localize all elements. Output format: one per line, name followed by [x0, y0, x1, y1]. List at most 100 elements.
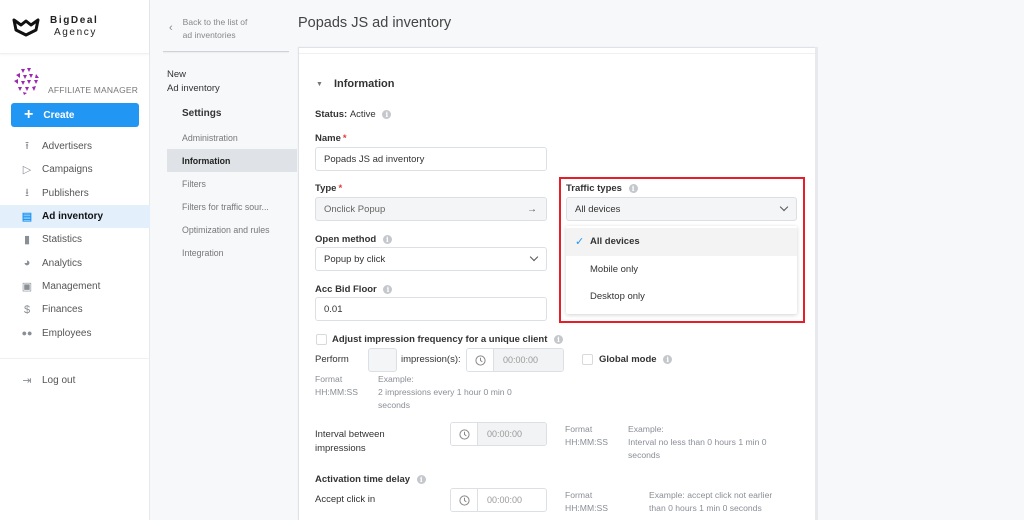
sidebar-item-logout[interactable]: ⇥ Log out	[0, 369, 150, 392]
type-label: Type *	[315, 183, 342, 194]
global-mode-label: Global mode i	[599, 354, 673, 365]
bid-floor-value: 0.01	[324, 303, 343, 315]
status-row: Status: Active i	[315, 109, 392, 120]
status-label: Status:	[315, 109, 348, 120]
plus-icon: +	[24, 106, 34, 123]
traffic-types-select[interactable]: All devices	[566, 197, 797, 221]
format-value: HH:MM:SS	[315, 387, 358, 397]
subnav-item-traffic-source-filters[interactable]: Filters for traffic sour...	[167, 195, 297, 218]
traffic-option-mobile-only[interactable]: Mobile only	[566, 256, 797, 284]
sidebar-item-label: Publishers	[42, 187, 89, 199]
status-value: Active	[349, 109, 376, 120]
name-input[interactable]: Popads JS ad inventory	[315, 147, 547, 171]
info-icon[interactable]: i	[554, 334, 564, 344]
info-icon[interactable]: i	[383, 284, 393, 294]
info-icon[interactable]: i	[628, 183, 638, 193]
avatar-icon[interactable]	[12, 66, 42, 96]
management-icon: ▣	[21, 280, 33, 293]
brand-line-1: BigDeal	[50, 14, 99, 26]
bid-floor-input[interactable]: 0.01	[315, 297, 547, 321]
impressions-label: impression(s):	[401, 354, 461, 365]
open-method-value: Popup by click	[324, 253, 386, 265]
sidebar-item-statistics[interactable]: ▮ Statistics	[0, 228, 150, 251]
global-mode-checkbox[interactable]	[582, 354, 593, 365]
clock-icon	[451, 489, 478, 511]
bid-floor-label-text: Acc Bid Floor	[315, 284, 377, 295]
format-value: HH:MM:SS	[565, 503, 608, 513]
example-text-cont: seconds	[378, 400, 411, 410]
section-title: Information	[333, 78, 395, 90]
info-icon[interactable]: i	[382, 109, 392, 119]
adjust-frequency-checkbox[interactable]	[316, 334, 327, 345]
example-label: Example:	[628, 424, 664, 434]
sidebar-item-label: Log out	[42, 374, 76, 386]
freq-format-hint: Format HH:MM:SS	[315, 373, 358, 399]
sidebar-item-label: Finances	[42, 304, 83, 316]
traffic-option-all-devices[interactable]: ✓ All devices	[566, 228, 797, 256]
option-label: All devices	[590, 236, 640, 248]
sidebar-item-ad-inventory[interactable]: ▤ Ad inventory	[0, 204, 150, 229]
accept-click-time-input[interactable]: 00:00:00	[450, 488, 547, 512]
open-method-select[interactable]: Popup by click	[315, 247, 547, 271]
back-to-list-link[interactable]: ‹ Back to the list of ad inventories	[169, 16, 247, 42]
adjust-frequency-text: Adjust impression frequency for a unique…	[332, 334, 548, 345]
bid-floor-label: Acc Bid Floor i	[315, 284, 393, 295]
subnav-item-optimization[interactable]: Optimization and rules	[167, 218, 297, 241]
sidebar-item-management[interactable]: ▣ Management	[0, 275, 150, 298]
sidebar-item-advertisers[interactable]: ⭱ Advertisers	[0, 135, 150, 158]
accept-format-hint: Format HH:MM:SS	[565, 489, 608, 515]
info-icon[interactable]: i	[416, 474, 426, 484]
clock-icon	[451, 423, 478, 445]
required-mark: *	[342, 133, 347, 144]
sidebar-item-label: Management	[42, 280, 101, 292]
sidebar-item-employees[interactable]: ●● Employees	[0, 321, 150, 344]
user-role-block: AFFILIATE MANAGER	[0, 66, 149, 106]
sidebar-item-campaigns[interactable]: ▷ Campaigns	[0, 158, 150, 181]
create-button[interactable]: + Create	[11, 103, 139, 127]
type-label-text: Type	[315, 183, 337, 194]
sidebar-item-label: Analytics	[42, 257, 83, 269]
subnav-item-administration[interactable]: Administration	[167, 126, 297, 149]
entity-title-line-1: New	[167, 69, 187, 80]
adjust-frequency-label: Adjust impression frequency for a unique…	[332, 334, 564, 345]
ad-card-icon: ▤	[21, 211, 33, 224]
caret-down-icon: ▼	[316, 80, 323, 88]
sidebar-item-publishers[interactable]: ⭳ Publishers	[0, 182, 150, 205]
logout-icon: ⇥	[22, 374, 32, 387]
subnav-item-information[interactable]: Information	[167, 149, 297, 172]
traffic-types-label: Traffic types i	[566, 183, 638, 194]
example-text: Interval no less than 0 hours 1 min 0	[628, 437, 767, 447]
sidebar-item-label: Campaigns	[42, 164, 93, 176]
traffic-types-dropdown: ✓ All devices Mobile only Desktop only	[566, 226, 797, 314]
interval-format-hint: Format HH:MM:SS	[565, 423, 608, 449]
sidebar-item-label: Ad inventory	[42, 211, 104, 223]
people-icon: ●●	[21, 328, 33, 339]
brand-logo[interactable]: BigDeal Agency	[0, 0, 149, 54]
frequency-time-input[interactable]: 00:00:00	[466, 348, 564, 372]
sidebar-divider	[0, 357, 150, 359]
interval-time-value: 00:00:00	[478, 423, 546, 445]
sidebar-item-finances[interactable]: $ Finances	[0, 298, 150, 321]
settings-menu: Administration Information Filters Filte…	[167, 126, 297, 264]
settings-heading: Settings	[182, 108, 222, 119]
type-select[interactable]: Onclick Popup →	[315, 197, 547, 221]
sidebar-item-analytics[interactable]: ◕ Analytics	[0, 251, 150, 274]
interval-example-hint: Example: Interval no less than 0 hours 1…	[628, 423, 767, 462]
subnav-item-integration[interactable]: Integration	[167, 241, 297, 264]
perform-count-input[interactable]	[368, 348, 397, 372]
arrow-right-icon: →	[527, 203, 537, 215]
bigdeal-logo-icon	[12, 18, 40, 36]
name-label: Name *	[315, 133, 347, 144]
sidebar-item-label: Advertisers	[42, 141, 93, 153]
open-method-label: Open method i	[315, 234, 392, 245]
info-icon[interactable]: i	[663, 354, 673, 364]
format-label: Format	[565, 424, 593, 434]
open-method-label-text: Open method	[315, 234, 377, 245]
subnav-item-filters[interactable]: Filters	[167, 172, 297, 195]
info-icon[interactable]: i	[382, 234, 392, 244]
sidebar-item-label: Employees	[42, 327, 92, 339]
information-section-toggle[interactable]: ▼ Information	[316, 78, 394, 90]
main-sidebar: BigDeal Agency AFFILIATE MANAGER + Creat…	[0, 0, 150, 520]
interval-time-input[interactable]: 00:00:00	[450, 422, 547, 446]
traffic-option-desktop-only[interactable]: Desktop only	[566, 283, 797, 311]
